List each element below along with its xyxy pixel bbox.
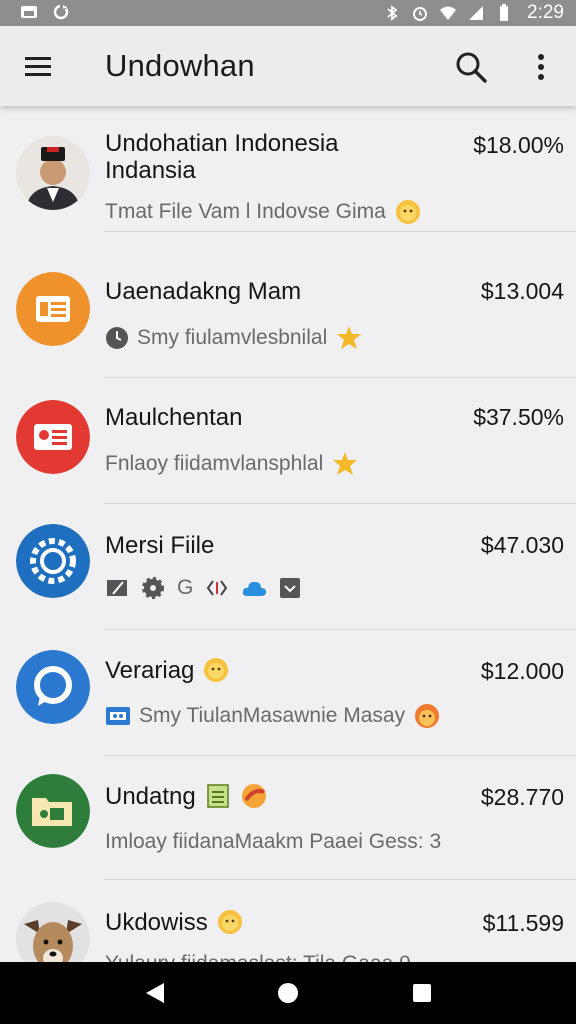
item-subtitle: G xyxy=(105,576,301,600)
item-subtitle: Imloay fiidanaMaakm Paaei Gess: 3 xyxy=(105,830,441,854)
page-title: Undowhan xyxy=(105,48,255,83)
alarm-icon xyxy=(413,7,428,21)
signal-icon xyxy=(469,6,484,20)
item-subtitle-text: G xyxy=(177,576,194,599)
item-subtitle-text: Smy TiulanMasawnie Masay xyxy=(139,704,406,727)
item-title: Undatng xyxy=(105,782,268,810)
item-price: $11.599 xyxy=(482,910,564,936)
item-title: Ukdowiss xyxy=(105,908,244,936)
notepad-icon xyxy=(207,784,229,808)
list-item[interactable]: Undohatian Indonesia Indansia $18.00% Tm… xyxy=(0,106,576,232)
sun-emoji-icon xyxy=(395,200,420,224)
item-subtitle: Fnlaoy fiidamvlansphlal xyxy=(105,450,359,478)
face-emoji-icon xyxy=(241,784,266,808)
item-title: Uaenadakng Mam xyxy=(105,278,302,305)
folder-icon xyxy=(16,774,90,848)
star-emoji-icon xyxy=(333,452,358,475)
item-price: $28.770 xyxy=(480,784,564,810)
divider xyxy=(104,231,576,232)
clock-icon xyxy=(106,327,128,349)
sync-icon xyxy=(53,4,69,20)
status-time: 2:29 xyxy=(527,2,564,23)
person-avatar xyxy=(16,136,90,210)
item-price: $18.00% xyxy=(473,132,564,158)
item-title-text: Undatng xyxy=(105,782,196,810)
item-title: Mersi Fiile xyxy=(105,532,215,559)
list-item[interactable]: Undatng $28.770 Imloay fiidanaMaakm Paae… xyxy=(0,754,576,880)
item-subtitle: Smy TiulanMasawnie Masay xyxy=(105,702,441,730)
star-emoji-icon xyxy=(337,326,362,349)
menu-icon[interactable] xyxy=(22,52,56,82)
navigation-bar xyxy=(0,962,576,1024)
item-subtitle-text: Smy fiulamvlesbnilal xyxy=(137,326,328,349)
code-icon xyxy=(207,580,228,596)
recents-icon[interactable] xyxy=(412,983,432,1003)
item-title-text: Ukdowiss xyxy=(105,908,208,936)
dog-avatar xyxy=(16,902,90,962)
list-item[interactable]: Uaenadakng Mam $13.004 Smy fiulamvlesbni… xyxy=(0,252,576,378)
dropdown-box-icon xyxy=(280,578,301,598)
list-item[interactable]: Mersi Fiile $47.030 G xyxy=(0,504,576,630)
item-subtitle: Smy fiulamvlesbnilal xyxy=(105,324,363,352)
item-price: $12.000 xyxy=(480,658,564,684)
red-card-icon xyxy=(16,400,90,474)
item-subtitle-text: Fnlaoy fiidamvlansphlal xyxy=(105,452,324,475)
item-subtitle: Tmat File Vam l Indovse Gima xyxy=(105,198,422,226)
item-title: Undohatian Indonesia Indansia xyxy=(105,130,339,184)
edit-icon xyxy=(107,580,127,596)
orange-card-icon xyxy=(16,272,90,346)
sun-emoji-icon xyxy=(204,658,229,682)
item-title: Maulchentan xyxy=(105,404,243,431)
item-subtitle-text: Tmat File Vam l Indovse Gima xyxy=(105,200,386,223)
item-title-text: Verariag xyxy=(105,656,195,684)
list-item[interactable]: Ukdowiss $11.599 Yulaury fiidamaslast: T… xyxy=(0,880,576,962)
item-price: $47.030 xyxy=(480,532,564,558)
item-list: Undohatian Indonesia Indansia $18.00% Tm… xyxy=(0,106,576,962)
face-emoji-icon xyxy=(415,704,440,728)
item-price: $37.50% xyxy=(473,404,564,430)
list-item[interactable]: Verariag $12.000 Smy TiulanMasawnie Masa… xyxy=(0,630,576,756)
item-subtitle-text: Yulaury fiidamaslast: Tila Gaaa 9 xyxy=(105,952,411,962)
app-bar: Undowhan xyxy=(0,26,576,106)
gear-icon xyxy=(16,524,90,598)
item-price: $13.004 xyxy=(480,278,564,304)
bluetooth-icon xyxy=(387,5,398,21)
battery-icon xyxy=(500,4,509,21)
gear-icon xyxy=(142,577,164,599)
cloud-icon xyxy=(243,581,267,596)
search-icon[interactable] xyxy=(452,48,490,86)
status-bar: 2:29 xyxy=(0,0,576,26)
home-icon[interactable] xyxy=(276,981,300,1005)
item-subtitle-text: Imloay fiidanaMaakm Paaei Gess: 3 xyxy=(105,830,442,853)
image-icon xyxy=(21,6,37,18)
more-vert-icon[interactable] xyxy=(530,50,552,86)
video-icon xyxy=(106,707,130,725)
item-subtitle: Yulaury fiidamaslast: Tila Gaaa 9 xyxy=(105,952,411,962)
item-title: Verariag xyxy=(105,656,230,684)
back-icon[interactable] xyxy=(144,981,166,1005)
sun-emoji-icon xyxy=(217,910,242,934)
chat-bubble-icon xyxy=(16,650,90,724)
list-item[interactable]: Maulchentan $37.50% Fnlaoy fiidamvlansph… xyxy=(0,378,576,504)
wifi-icon xyxy=(440,6,457,20)
